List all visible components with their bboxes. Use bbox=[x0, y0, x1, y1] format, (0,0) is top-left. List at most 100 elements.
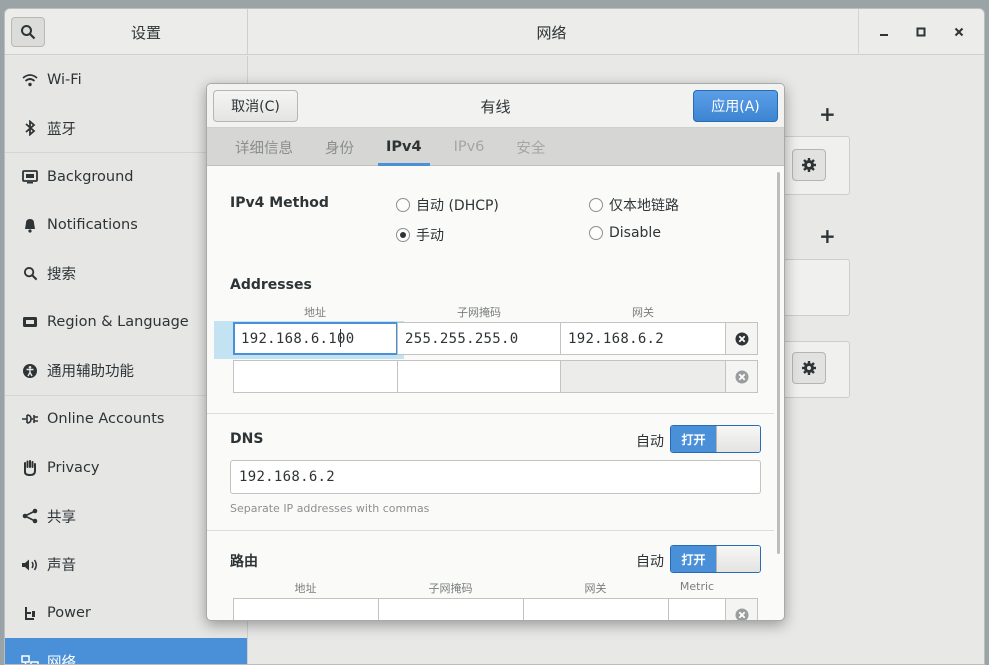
maximize-button[interactable] bbox=[908, 19, 934, 45]
radio-disable[interactable]: Disable bbox=[589, 225, 661, 241]
radio-button bbox=[589, 226, 603, 240]
radio-label: Disable bbox=[609, 225, 661, 241]
sidebar-item-label: 共享 bbox=[47, 509, 76, 526]
column-header-gateway: 网关 bbox=[632, 306, 654, 319]
switch-knob bbox=[716, 546, 760, 572]
minimize-icon bbox=[879, 34, 888, 36]
radio-label: 自动 (DHCP) bbox=[416, 198, 499, 214]
address-input-empty[interactable] bbox=[233, 360, 398, 393]
text-cursor bbox=[340, 329, 341, 347]
tab-ipv4[interactable]: IPv4 bbox=[370, 128, 438, 166]
route-metric-input[interactable] bbox=[668, 598, 726, 620]
route-column-gateway: 网关 bbox=[584, 582, 607, 595]
netmask-input[interactable]: 255.255.255.0 bbox=[397, 322, 561, 355]
wired-settings-button[interactable] bbox=[792, 149, 826, 181]
tab-ipv6[interactable]: IPv6 bbox=[438, 128, 501, 166]
gear-icon bbox=[802, 158, 816, 172]
route-column-metric: Metric bbox=[679, 580, 715, 593]
dialog-tabs: 详细信息 身份 IPv4 IPv6 安全 bbox=[207, 128, 784, 166]
remove-icon bbox=[735, 370, 748, 383]
route-gateway-input[interactable] bbox=[523, 598, 669, 620]
hand-icon bbox=[19, 459, 41, 477]
proxy-settings-button[interactable] bbox=[792, 352, 826, 384]
route-column-netmask: 子网掩码 bbox=[428, 582, 473, 595]
search-icon bbox=[21, 25, 36, 40]
dns-auto-switch[interactable]: 打开 bbox=[670, 425, 761, 453]
sidebar-item-network[interactable]: 网络 bbox=[5, 638, 247, 665]
sidebar-item-label: Privacy bbox=[47, 459, 100, 476]
dns-auto-label: 自动 bbox=[636, 434, 664, 450]
address-input[interactable]: 192.168.6.100 bbox=[233, 322, 398, 355]
bluetooth-icon bbox=[19, 119, 41, 137]
tab-identity[interactable]: 身份 bbox=[309, 128, 370, 166]
sidebar-header: 设置 bbox=[5, 9, 248, 55]
dialog-header: 取消(C) 有线 应用(A) bbox=[207, 84, 784, 128]
speaker-icon bbox=[19, 556, 41, 574]
add-connection-button[interactable]: + bbox=[819, 102, 836, 126]
sidebar-item-label: Notifications bbox=[47, 217, 138, 234]
netmask-input-empty[interactable] bbox=[397, 360, 561, 393]
gateway-input-empty[interactable] bbox=[560, 360, 726, 393]
column-header-netmask: 子网掩码 bbox=[457, 306, 501, 319]
online-accounts-icon bbox=[19, 410, 41, 428]
section-divider bbox=[207, 530, 774, 531]
share-icon bbox=[19, 507, 41, 525]
dns-label: DNS bbox=[230, 431, 264, 447]
sidebar-item-label: 网络 bbox=[47, 655, 76, 665]
sidebar-item-label: Online Accounts bbox=[47, 411, 165, 428]
radio-button bbox=[396, 198, 410, 212]
radio-link-local[interactable]: 仅本地链路 bbox=[589, 195, 679, 215]
power-icon bbox=[19, 604, 41, 622]
cancel-button[interactable]: 取消(C) bbox=[213, 90, 298, 122]
switch-on-label: 打开 bbox=[671, 546, 716, 572]
network-icon bbox=[19, 653, 41, 664]
bell-icon bbox=[19, 216, 41, 234]
switch-on-label: 打开 bbox=[671, 426, 716, 452]
addresses-label: Addresses bbox=[230, 277, 312, 293]
radio-button-selected bbox=[396, 228, 410, 242]
wifi-icon bbox=[19, 71, 41, 89]
radio-label: 仅本地链路 bbox=[609, 198, 679, 214]
switch-knob bbox=[716, 426, 760, 452]
route-netmask-input[interactable] bbox=[378, 598, 524, 620]
dns-input[interactable]: 192.168.6.2 bbox=[230, 460, 761, 494]
search-button[interactable] bbox=[11, 17, 45, 47]
remove-icon bbox=[735, 608, 748, 620]
delete-address-button-disabled[interactable] bbox=[725, 360, 758, 393]
page-title: 网络 bbox=[536, 23, 567, 42]
radio-auto-dhcp[interactable]: 自动 (DHCP) bbox=[396, 195, 499, 215]
route-column-address: 地址 bbox=[294, 582, 317, 595]
accessibility-icon bbox=[19, 362, 41, 380]
region-icon bbox=[19, 313, 41, 331]
background-icon bbox=[19, 168, 41, 186]
tab-security[interactable]: 安全 bbox=[500, 128, 561, 166]
minimize-button[interactable] bbox=[871, 19, 897, 45]
search-icon bbox=[19, 265, 41, 283]
apply-button[interactable]: 应用(A) bbox=[693, 90, 778, 122]
routes-auto-switch[interactable]: 打开 bbox=[670, 545, 761, 573]
gateway-input[interactable]: 192.168.6.2 bbox=[560, 322, 726, 355]
dialog-title: 有线 bbox=[480, 97, 511, 116]
radio-button bbox=[589, 198, 603, 212]
add-vpn-button[interactable]: + bbox=[819, 224, 836, 248]
column-header-address: 地址 bbox=[304, 306, 326, 319]
scrollbar[interactable] bbox=[777, 172, 780, 554]
radio-label: 手动 bbox=[416, 228, 444, 244]
window-controls bbox=[858, 9, 984, 55]
sidebar-item-label: Power bbox=[47, 605, 91, 622]
routes-auto-label: 自动 bbox=[636, 554, 664, 570]
route-address-input[interactable] bbox=[233, 598, 379, 620]
delete-address-button[interactable] bbox=[725, 322, 758, 355]
maximize-icon bbox=[916, 27, 926, 37]
close-icon bbox=[954, 27, 964, 37]
radio-manual[interactable]: 手动 bbox=[396, 225, 444, 245]
sidebar-item-label: Region & Language bbox=[47, 314, 189, 331]
wired-connection-dialog: 取消(C) 有线 应用(A) 详细信息 身份 IPv4 IPv6 安全 IPv4… bbox=[206, 83, 785, 621]
ipv4-settings: IPv4 Method 自动 (DHCP) 仅本地链路 手动 Disable A… bbox=[207, 167, 784, 620]
sidebar-item-label: 搜索 bbox=[47, 267, 76, 284]
close-button[interactable] bbox=[946, 19, 972, 45]
sidebar-item-label: 蓝牙 bbox=[47, 121, 76, 138]
delete-route-button[interactable] bbox=[725, 598, 758, 620]
sidebar-item-label: Wi-Fi bbox=[47, 71, 82, 88]
tab-details[interactable]: 详细信息 bbox=[219, 128, 309, 166]
